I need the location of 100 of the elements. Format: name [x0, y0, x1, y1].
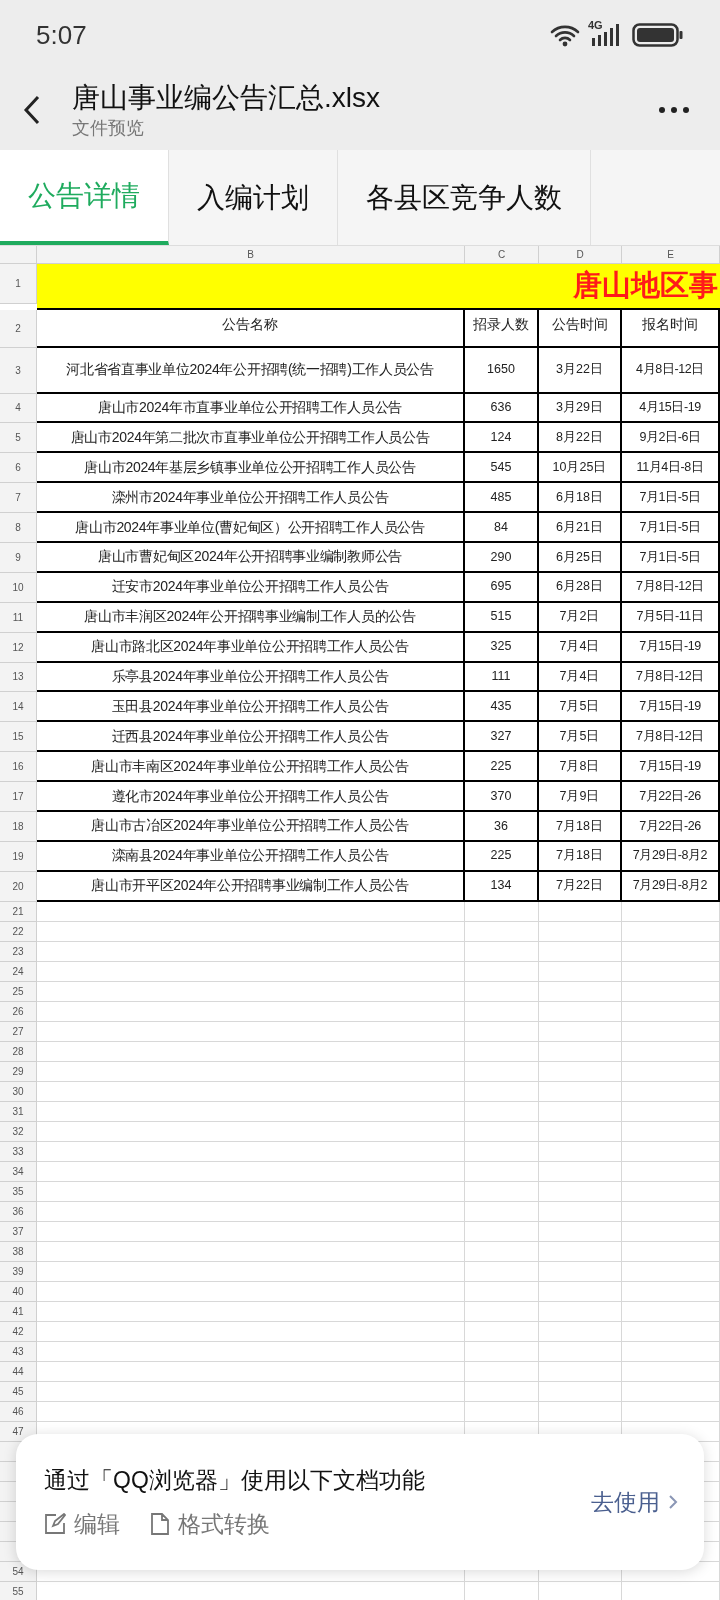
status-time: 5:07 [36, 18, 87, 52]
row-number: 16 [0, 752, 37, 783]
table-cell: 370 [465, 782, 539, 812]
table-cell: 唐山市路北区2024年事业单位公开招聘工作人员公告 [37, 632, 465, 663]
feature-action[interactable]: 编辑 [74, 1507, 120, 1542]
table-cell: 11月4日-8日 [622, 453, 720, 484]
table-cell: 225 [465, 841, 539, 872]
row-number: 44 [0, 1361, 37, 1382]
row-number: 19 [0, 841, 37, 872]
table-cell: 7月18日 [539, 811, 622, 842]
table-cell: 唐山市丰南区2024年事业单位公开招聘工作人员公告 [37, 752, 465, 783]
column-letter: D [539, 246, 622, 264]
document-icon [150, 1512, 170, 1537]
row-number: 38 [0, 1241, 37, 1262]
row-number: 15 [0, 722, 37, 753]
popup-message: 通过「QQ浏览器」使用以下文档功能 [44, 1465, 426, 1495]
table-cell: 7月8日-12日 [622, 662, 720, 693]
table-header: 公告名称 [37, 309, 465, 348]
table-cell: 225 [465, 752, 539, 783]
row-number: 1 [0, 264, 37, 304]
table-cell: 7月8日 [539, 752, 622, 783]
row-number: 23 [0, 941, 37, 962]
use-link[interactable]: 去使用 [591, 1484, 678, 1520]
table-cell: 515 [465, 602, 539, 633]
row-number: 20 [0, 871, 37, 902]
table-cell: 滦南县2024年事业单位公开招聘工作人员公告 [37, 841, 465, 872]
table-cell: 36 [465, 811, 539, 842]
row-number: 7 [0, 483, 37, 514]
table-cell: 84 [465, 513, 539, 543]
table-cell: 7月5日 [539, 722, 622, 753]
table-header: 公告时间 [539, 309, 622, 348]
more-icon[interactable] [658, 106, 690, 114]
table-cell: 遵化市2024年事业单位公开招聘工作人员公告 [37, 782, 465, 812]
row-number: 28 [0, 1041, 37, 1062]
table-cell: 124 [465, 423, 539, 454]
table-cell: 485 [465, 483, 539, 514]
row-number: 46 [0, 1401, 37, 1422]
row-number: 13 [0, 662, 37, 693]
table-header: 报名时间 [622, 309, 720, 348]
table-cell: 327 [465, 722, 539, 753]
table-cell: 1650 [465, 347, 539, 394]
table-cell: 迁安市2024年事业单位公开招聘工作人员公告 [37, 572, 465, 603]
table-cell: 7月29日-8月2 [622, 871, 720, 902]
row-number: 17 [0, 782, 37, 812]
row-number: 29 [0, 1061, 37, 1082]
row-number: 3 [0, 347, 37, 394]
row-number: 5 [0, 423, 37, 454]
row-number: 37 [0, 1221, 37, 1242]
table-cell: 7月22日 [539, 871, 622, 902]
table-cell: 唐山市2024年事业单位(曹妃甸区）公开招聘工作人员公告 [37, 513, 465, 543]
table-header: 招录人数 [465, 309, 539, 348]
table-cell: 唐山市2024年市直事业单位公开招聘工作人员公告 [37, 393, 465, 424]
row-number: 26 [0, 1001, 37, 1022]
table-cell: 唐山市2024年第二批次市直事业单位公开招聘工作人员公告 [37, 423, 465, 454]
table-cell: 河北省省直事业单位2024年公开招聘(统一招聘)工作人员公告 [37, 347, 465, 394]
row-number: 32 [0, 1121, 37, 1142]
column-letter: B [37, 246, 465, 264]
table-cell: 6月28日 [539, 572, 622, 603]
table-cell: 唐山市曹妃甸区2024年公开招聘事业编制教师公告 [37, 542, 465, 573]
table-cell: 迁西县2024年事业单位公开招聘工作人员公告 [37, 722, 465, 753]
table-cell: 636 [465, 393, 539, 424]
battery-icon [632, 22, 684, 48]
row-number: 40 [0, 1281, 37, 1302]
row-number: 10 [0, 572, 37, 603]
table-cell: 滦州市2024年事业单位公开招聘工作人员公告 [37, 483, 465, 514]
column-letter: E [622, 246, 720, 264]
table-cell: 695 [465, 572, 539, 603]
back-icon[interactable] [22, 94, 42, 126]
table-cell: 134 [465, 871, 539, 902]
table-cell: 7月15日-19 [622, 692, 720, 723]
table-cell: 7月18日 [539, 841, 622, 872]
wifi-icon [550, 23, 580, 47]
row-number: 22 [0, 921, 37, 942]
row-number: 14 [0, 692, 37, 723]
row-number: 25 [0, 981, 37, 1002]
row-number: 6 [0, 453, 37, 484]
row-number: 27 [0, 1021, 37, 1042]
table-cell: 9月2日-6日 [622, 423, 720, 454]
table-cell: 7月22日-26 [622, 782, 720, 812]
table-cell: 8月22日 [539, 423, 622, 454]
row-number: 4 [0, 393, 37, 424]
table-cell: 唐山市开平区2024年公开招聘事业编制工作人员公告 [37, 871, 465, 902]
edit-icon [44, 1513, 66, 1536]
row-number: 34 [0, 1161, 37, 1182]
row-number: 11 [0, 602, 37, 633]
table-cell: 4月8日-12日 [622, 347, 720, 394]
table-cell: 290 [465, 542, 539, 573]
row-number: 30 [0, 1081, 37, 1102]
row-number: 31 [0, 1101, 37, 1122]
table-cell: 6月21日 [539, 513, 622, 543]
table-cell: 7月4日 [539, 662, 622, 693]
table-cell: 7月15日-19 [622, 632, 720, 663]
row-number: 43 [0, 1341, 37, 1362]
row-number: 33 [0, 1141, 37, 1162]
table-cell: 7月8日-12日 [622, 572, 720, 603]
feature-action[interactable]: 格式转换 [178, 1507, 270, 1542]
table-cell: 10月25日 [539, 453, 622, 484]
table-cell: 7月1日-5日 [622, 483, 720, 514]
row-number: 39 [0, 1261, 37, 1282]
row-number: 8 [0, 513, 37, 543]
